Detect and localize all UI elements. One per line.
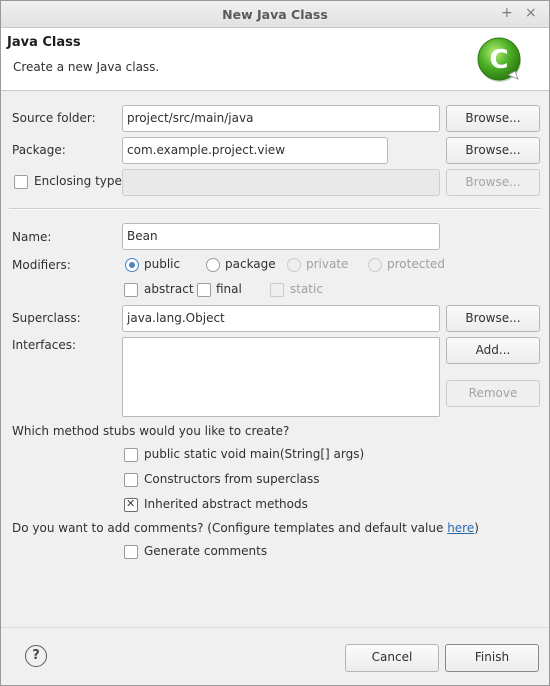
source-folder-browse-button[interactable]: Browse... — [446, 105, 540, 132]
separator — [9, 208, 541, 210]
pin-icon[interactable]: + — [501, 5, 513, 21]
new-java-class-dialog: New Java Class + × Java Class Create a n… — [0, 0, 550, 686]
title-bar: New Java Class + × — [1, 1, 549, 28]
source-folder-label: Source folder: — [12, 111, 96, 125]
inherited-abstract-label: Inherited abstract methods — [144, 497, 308, 511]
comments-question-text: Do you want to add comments? (Configure … — [12, 521, 448, 535]
wizard-title: Java Class — [7, 35, 81, 50]
inherited-abstract-checkbox[interactable] — [124, 497, 138, 512]
enclosing-type-browse-button: Browse... — [446, 169, 540, 196]
package-browse-button[interactable]: Browse... — [446, 137, 540, 164]
modifier-package-label: package — [225, 257, 276, 271]
interfaces-label: Interfaces: — [12, 338, 77, 352]
comments-question-suffix: ) — [474, 521, 479, 535]
wizard-description: Create a new Java class. — [13, 60, 160, 74]
final-checkbox[interactable] — [197, 283, 211, 297]
package-label: Package: — [12, 143, 66, 157]
configure-templates-link[interactable]: here — [447, 521, 474, 535]
superclass-browse-button[interactable]: Browse... — [446, 305, 540, 332]
modifier-package-radio[interactable] — [206, 258, 220, 272]
static-label: static — [290, 282, 323, 296]
close-icon[interactable]: × — [525, 5, 537, 21]
abstract-label: abstract — [144, 282, 194, 296]
interfaces-list[interactable] — [122, 337, 440, 417]
finish-button[interactable]: Finish — [445, 644, 539, 672]
method-stubs-question: Which method stubs would you like to cre… — [12, 424, 290, 438]
superclass-label: Superclass: — [12, 311, 81, 325]
modifiers-label: Modifiers: — [12, 258, 71, 272]
class-wizard-icon: C — [477, 37, 521, 82]
main-method-label: public static void main(String[] args) — [144, 447, 365, 461]
abstract-checkbox[interactable] — [124, 283, 138, 297]
remove-interface-button: Remove — [446, 380, 540, 407]
modifier-protected-label: protected — [387, 257, 446, 271]
enclosing-type-field — [122, 169, 440, 196]
class-icon-letter: C — [489, 45, 508, 75]
cancel-button[interactable]: Cancel — [345, 644, 439, 672]
class-name-field[interactable]: Bean — [122, 223, 440, 250]
modifier-private-label: private — [306, 257, 349, 271]
constructors-checkbox[interactable] — [124, 473, 138, 487]
modifier-private-radio — [287, 258, 301, 272]
main-method-checkbox[interactable] — [124, 448, 138, 462]
modifier-public-label: public — [144, 257, 181, 271]
static-checkbox — [270, 283, 284, 297]
source-folder-field[interactable]: project/src/main/java — [122, 105, 440, 132]
comments-question: Do you want to add comments? (Configure … — [12, 521, 479, 535]
footer-divider — [1, 627, 549, 628]
add-interface-button[interactable]: Add... — [446, 337, 540, 364]
name-label: Name: — [12, 230, 52, 244]
modifier-public-radio[interactable] — [125, 258, 139, 272]
enclosing-type-checkbox[interactable] — [14, 175, 28, 189]
generate-comments-checkbox[interactable] — [124, 545, 138, 559]
enclosing-type-label: Enclosing type: — [34, 174, 126, 188]
final-label: final — [216, 282, 242, 296]
superclass-field[interactable]: java.lang.Object — [122, 305, 440, 332]
window-title: New Java Class — [222, 7, 328, 22]
constructors-label: Constructors from superclass — [144, 472, 320, 486]
help-icon[interactable]: ? — [25, 645, 47, 667]
generate-comments-label: Generate comments — [144, 544, 268, 558]
wizard-header: Java Class Create a new Java class. C — [1, 28, 549, 91]
modifier-protected-radio — [368, 258, 382, 272]
package-field[interactable]: com.example.project.view — [122, 137, 388, 164]
